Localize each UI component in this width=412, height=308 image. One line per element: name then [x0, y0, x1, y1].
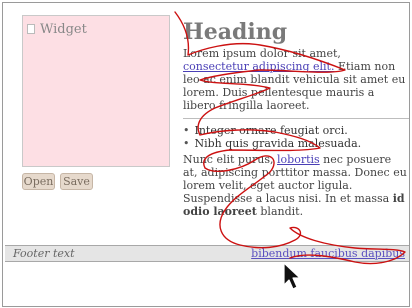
widget-panel[interactable]: Widget: [22, 15, 170, 167]
paragraph-2-text-c: blandit.: [256, 205, 304, 218]
mouse-pointer-icon: [283, 262, 301, 290]
paragraph-1: Lorem ipsum dolor sit amet, consectetur …: [183, 47, 409, 112]
list-item: Integer ornare feugiat orci.: [183, 124, 409, 137]
footer-link[interactable]: bibendum faucibus dapibus: [251, 247, 405, 260]
page-heading: Heading: [183, 19, 288, 45]
app-window: Widget Open Save Heading Lorem ipsum dol…: [2, 2, 410, 307]
list-item: Nibh quis gravida malesuada.: [183, 137, 409, 150]
open-button[interactable]: Open: [22, 173, 55, 190]
paragraph-2: Nunc elit purus, lobortis nec posuere at…: [183, 153, 409, 218]
paragraph-1-text-a: Lorem ipsum dolor sit amet,: [183, 47, 341, 60]
widget-header: Widget: [27, 22, 87, 38]
footer-bar: Footer text bibendum faucibus dapibus: [5, 245, 409, 262]
paragraph-2-text-a: Nunc elit purus,: [183, 153, 278, 166]
document-icon: [27, 24, 35, 34]
paragraph-2-link[interactable]: lobortis: [277, 153, 320, 166]
widget-title: Widget: [40, 22, 87, 37]
footer-text: Footer text: [13, 247, 75, 260]
paragraph-1-link[interactable]: consectetur adipiscing elit.: [183, 60, 334, 73]
save-button[interactable]: Save: [60, 173, 93, 190]
bullet-list: Integer ornare feugiat orci. Nibh quis g…: [183, 124, 409, 150]
content-area: Heading Lorem ipsum dolor sit amet, cons…: [183, 19, 409, 218]
divider: [183, 118, 409, 119]
